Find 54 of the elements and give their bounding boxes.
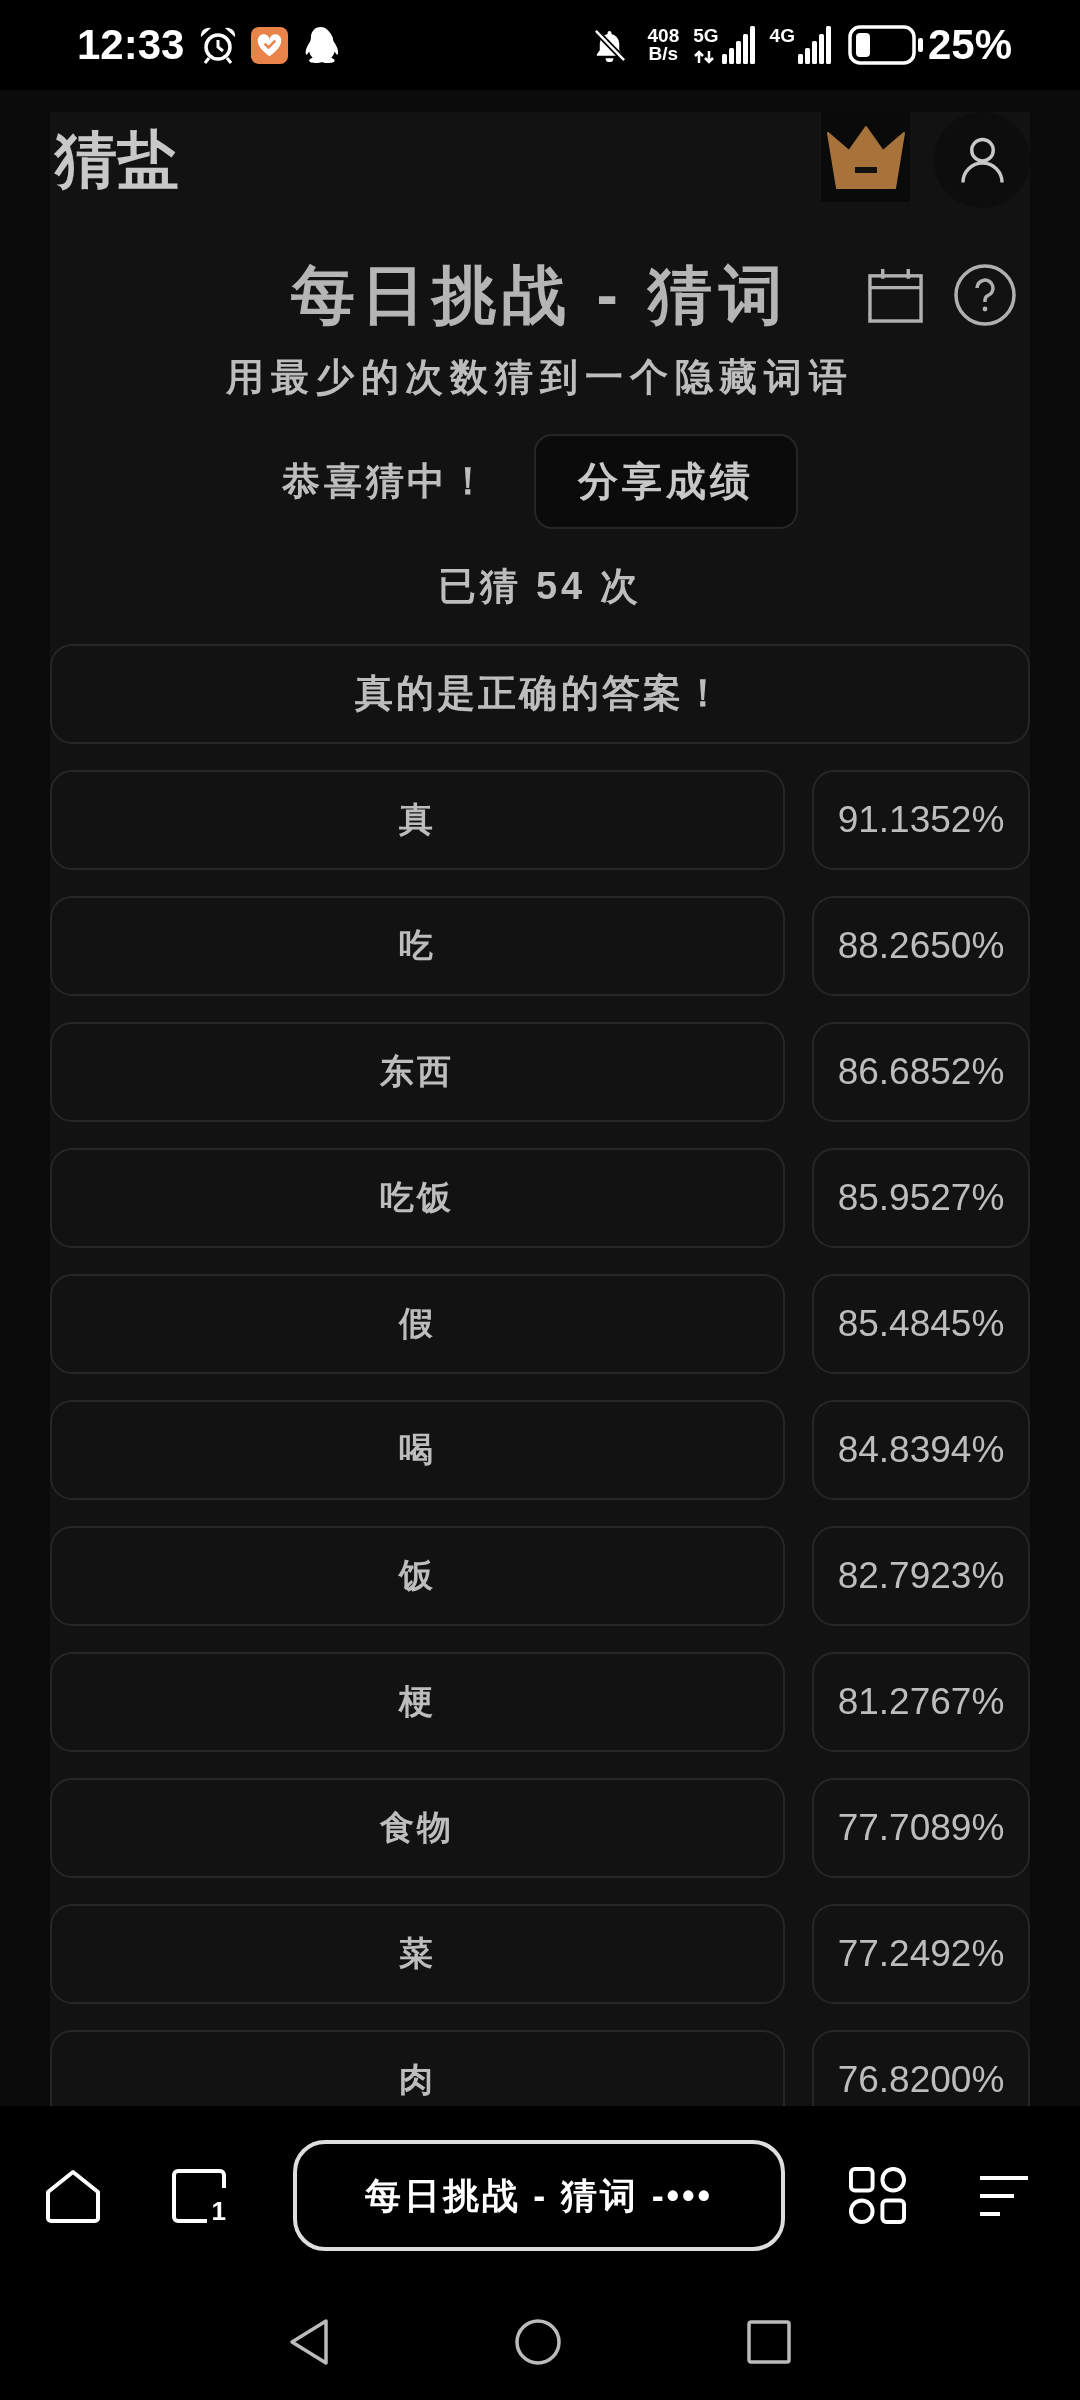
apps-button[interactable]	[849, 2167, 906, 2224]
guess-word-cell: 菜	[50, 1903, 785, 2004]
tabs-button[interactable]: 1	[171, 2167, 227, 2224]
signal-icon	[797, 26, 832, 64]
guess-word-cell: 食物	[50, 1777, 785, 1878]
similarity-cell: 86.6852%	[812, 1021, 1030, 1122]
similarity-cell: 85.4845%	[812, 1273, 1030, 1374]
similarity-cell: 82.7923%	[812, 1525, 1030, 1626]
signal-icon	[721, 26, 756, 64]
user-icon	[959, 136, 1005, 184]
guess-word-cell: 真	[50, 769, 785, 870]
guess-word-cell: 东西	[50, 1021, 785, 1122]
home-circle-icon[interactable]	[515, 2319, 561, 2365]
crown-icon	[824, 124, 907, 190]
help-icon[interactable]	[954, 264, 1016, 327]
guess-count: 已猜 54 次	[437, 563, 643, 609]
menu-icon	[978, 2173, 1030, 2218]
guess-word-cell: 吃饭	[50, 1147, 785, 1248]
page-title: 每日挑战 - 猜词	[290, 258, 790, 333]
crown-button[interactable]	[821, 112, 910, 202]
guess-word-cell: 喝	[50, 1399, 785, 1500]
similarity-cell: 81.2767%	[812, 1651, 1030, 1752]
similarity-cell: 77.2492%	[812, 1903, 1030, 2004]
similarity-cell: 77.7089%	[812, 1777, 1030, 1878]
grid-icon	[849, 2167, 906, 2224]
address-bar[interactable]: 每日挑战 - 猜词 -•••	[293, 2140, 785, 2251]
penguin-icon	[303, 26, 339, 64]
back-icon[interactable]	[289, 2318, 329, 2366]
battery-percent: 25%	[927, 24, 1012, 66]
similarity-cell: 84.8394%	[812, 1399, 1030, 1500]
guess-word-cell: 吃	[50, 895, 785, 996]
menu-button[interactable]	[978, 2173, 1030, 2218]
similarity-cell: 85.9527%	[812, 1147, 1030, 1248]
page-subtitle: 用最少的次数猜到一个隐藏词语	[224, 354, 855, 400]
similarity-cell: 91.1352%	[812, 769, 1030, 870]
guess-word-cell: 梗	[50, 1651, 785, 1752]
home-button[interactable]	[45, 2168, 101, 2223]
guess-word-cell: 假	[50, 1273, 785, 1374]
heart-app-icon	[251, 26, 289, 64]
calendar-icon[interactable]	[868, 267, 923, 323]
site-logo[interactable]: 猜盐	[50, 129, 179, 191]
recents-square-icon[interactable]	[747, 2320, 791, 2364]
result-message: 恭喜猜中！	[282, 458, 491, 504]
status-time: 12:33	[77, 24, 185, 66]
network-type-label: 5G	[693, 26, 719, 45]
battery-icon	[847, 25, 924, 65]
answer-banner: 真的是正确的答案！	[50, 643, 1030, 744]
share-button[interactable]: 分享成绩	[534, 433, 798, 529]
similarity-cell: 88.2650%	[812, 895, 1030, 996]
alarm-clock-icon	[199, 26, 238, 64]
guess-word-cell: 饭	[50, 1525, 785, 1626]
network-speed: 408 B/s	[647, 27, 680, 63]
network-type-label: 4G	[769, 26, 795, 45]
home-icon	[45, 2168, 101, 2223]
